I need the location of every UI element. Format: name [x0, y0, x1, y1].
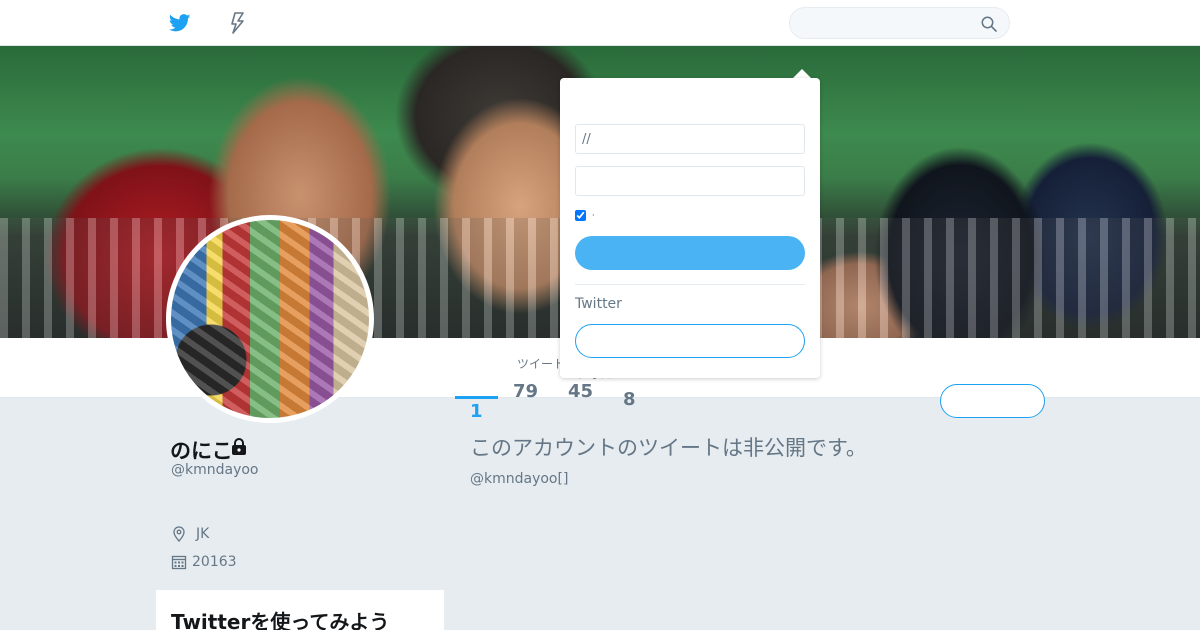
signup-promo-title: Twitterを使ってみよう — [171, 610, 390, 630]
search-icon[interactable] — [979, 14, 999, 34]
remember-me-checkbox[interactable] — [575, 210, 586, 221]
profile-joined: 20163 — [171, 554, 237, 570]
profile-handle[interactable]: @kmndayoo — [171, 462, 259, 478]
login-dropdown: · Twitter — [560, 78, 820, 378]
lightning-icon[interactable] — [225, 11, 249, 35]
display-name: のにこ — [170, 439, 233, 463]
search-box[interactable] — [789, 7, 1010, 39]
joined-text: 20163 — [192, 554, 237, 570]
location-text: JK — [196, 526, 210, 542]
stat-followers-count[interactable]: 45 — [568, 381, 593, 402]
calendar-icon — [171, 554, 187, 570]
top-navigation — [0, 0, 1200, 46]
signup-prompt-text: Twitter — [575, 296, 622, 312]
stat-likes-count[interactable]: 8 — [623, 389, 636, 410]
search-input[interactable] — [802, 14, 972, 32]
signup-promo-card: Twitterを使ってみよう — [156, 590, 444, 630]
dropdown-caret — [793, 69, 811, 78]
remember-me-label: · — [592, 211, 595, 220]
stat-label-tweets: ツイート — [517, 357, 566, 371]
username-field[interactable] — [575, 124, 805, 154]
profile-location: JK — [171, 526, 209, 542]
twitter-bird-icon[interactable] — [168, 11, 192, 35]
location-pin-icon — [171, 526, 187, 542]
protected-account-title: このアカウントのツイートは非公開です。 — [470, 436, 867, 460]
dropdown-divider — [575, 284, 805, 285]
stat-tweets-count[interactable]: 1 — [470, 401, 483, 422]
active-tab-indicator — [455, 396, 498, 399]
stat-following-count[interactable]: 79 — [513, 381, 538, 402]
follow-button[interactable] — [940, 384, 1045, 418]
login-button[interactable] — [575, 236, 805, 270]
remember-me[interactable]: · — [575, 210, 595, 221]
lock-icon — [229, 437, 249, 457]
signup-button[interactable] — [575, 324, 805, 358]
password-field[interactable] — [575, 166, 805, 196]
avatar[interactable] — [166, 215, 374, 423]
protected-account-subtitle: @kmndayoo[] — [470, 471, 569, 487]
